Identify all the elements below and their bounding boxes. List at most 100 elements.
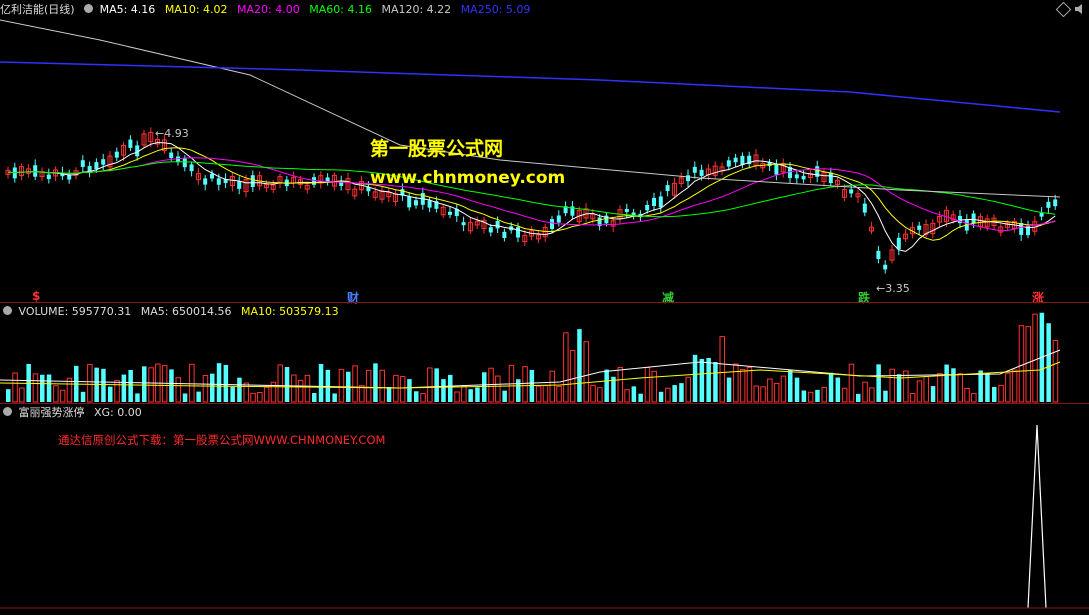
volume-bar <box>1005 372 1011 403</box>
ma250-line <box>0 61 1061 113</box>
volume-bar <box>665 387 671 403</box>
watermark-url[interactable]: www.chnmoney.com <box>370 168 565 188</box>
volume-bar <box>210 373 215 402</box>
indicator-title: 富丽强势涨停 <box>18 406 85 419</box>
volume-bar <box>542 385 549 403</box>
candle-body <box>502 231 507 238</box>
volume-bar <box>780 375 787 403</box>
volume-bar <box>142 366 147 402</box>
volume-bar <box>794 377 800 402</box>
volume-header: VOLUME: 595770.31 MA5: 650014.56 MA10: 5… <box>0 304 345 320</box>
volume-bar <box>706 357 711 402</box>
volume-bar <box>1018 325 1025 403</box>
volume-bar <box>964 387 970 403</box>
volume-bar <box>951 368 956 402</box>
volume-ma5: MA5: 650014.56 <box>140 305 232 318</box>
volume-bar <box>862 381 868 403</box>
volume-bar <box>6 389 11 402</box>
volume-bar <box>856 393 861 402</box>
candle-body <box>216 178 221 185</box>
volume-bar <box>434 368 439 402</box>
volume-bar <box>835 377 841 402</box>
volume-bar <box>291 374 297 403</box>
candle-body <box>740 155 745 166</box>
volume-bar <box>318 364 324 402</box>
candle-body <box>1019 223 1024 235</box>
candle-body <box>210 173 214 179</box>
volume-bar <box>807 391 814 403</box>
volume-bar <box>590 384 596 403</box>
indicator-circle-icon[interactable] <box>3 407 12 416</box>
candle-body <box>33 165 38 177</box>
candle-body <box>699 169 704 176</box>
volume-bar <box>482 372 487 402</box>
volume-bar <box>338 368 345 403</box>
volume-bar <box>583 341 589 403</box>
volume-bar <box>386 387 392 402</box>
volume-circle-icon[interactable] <box>3 306 12 315</box>
volume-bar <box>216 363 222 402</box>
volume-bar <box>373 363 378 402</box>
volume-bar <box>196 391 201 402</box>
event-marker[interactable]: 涨 <box>1032 289 1044 306</box>
candle-body <box>516 227 520 238</box>
candle-body <box>414 200 418 206</box>
indicator-header: 富丽强势涨停 XG: 0.00 <box>0 405 148 421</box>
event-marker[interactable]: 减 <box>662 289 674 306</box>
settings-circle-icon[interactable] <box>84 4 94 13</box>
main-header: 亿利洁能(日线) MA5: 4.16 MA10: 4.02 MA20: 4.00… <box>0 2 536 18</box>
volume-bar <box>522 366 528 403</box>
candle-body <box>665 185 670 192</box>
volume-bar <box>733 363 739 403</box>
ma5-label: MA5: 4.16 <box>99 3 156 16</box>
volume-bar <box>788 369 793 402</box>
volume-bar <box>815 389 820 402</box>
xg-signal-spike <box>1027 424 1047 609</box>
volume-bar <box>746 366 753 403</box>
event-marker[interactable]: $ <box>32 289 40 303</box>
volume-bar <box>644 366 651 403</box>
candle-body <box>828 172 833 184</box>
volume-bar <box>801 390 807 402</box>
volume-bar <box>175 377 181 403</box>
volume-bar <box>828 372 834 402</box>
volume-bar <box>182 393 188 402</box>
volume-bar <box>998 384 1004 403</box>
candle-body <box>448 211 452 215</box>
volume-bar <box>1032 313 1038 403</box>
volume-bar <box>399 375 406 403</box>
candle-body <box>1039 212 1044 217</box>
volume-bar <box>821 386 827 403</box>
volume-bar <box>108 386 113 402</box>
volume-bar <box>869 387 875 403</box>
ad-text[interactable]: 通达信原创公式下载：第一股票公式网WWW.CHNMONEY.COM <box>58 432 385 448</box>
volume-bar <box>80 391 86 402</box>
candle-body <box>645 205 650 211</box>
low-price-label: ←3.35 <box>876 282 910 295</box>
volume-bar <box>930 386 936 402</box>
volume-ma10: MA10: 503579.13 <box>240 305 339 318</box>
candle-body <box>80 160 85 167</box>
sound-icon[interactable] <box>1074 3 1086 15</box>
volume-bar <box>651 370 657 403</box>
event-marker[interactable]: 跌 <box>858 289 870 306</box>
volume-bar <box>202 375 209 403</box>
volume-bar <box>365 369 372 403</box>
volume-bar <box>617 366 623 403</box>
candle-body <box>971 213 976 224</box>
volume-bar <box>773 382 780 403</box>
volume-bar <box>767 378 773 403</box>
volume-bar <box>304 374 311 403</box>
volume-bar <box>230 386 235 402</box>
candle-body <box>692 166 697 173</box>
volume-bar <box>1025 326 1031 403</box>
volume-bar <box>719 336 725 403</box>
volume-bar <box>263 386 270 403</box>
volume-bar <box>978 370 983 402</box>
volume-bar <box>563 332 569 403</box>
stock-name[interactable]: 亿利洁能(日线) <box>0 3 75 16</box>
event-marker[interactable]: 财 <box>347 289 359 306</box>
candle-body <box>495 220 500 229</box>
ma20-label: MA20: 4.00 <box>237 3 300 16</box>
indicator-xg: XG: 0.00 <box>94 406 142 419</box>
